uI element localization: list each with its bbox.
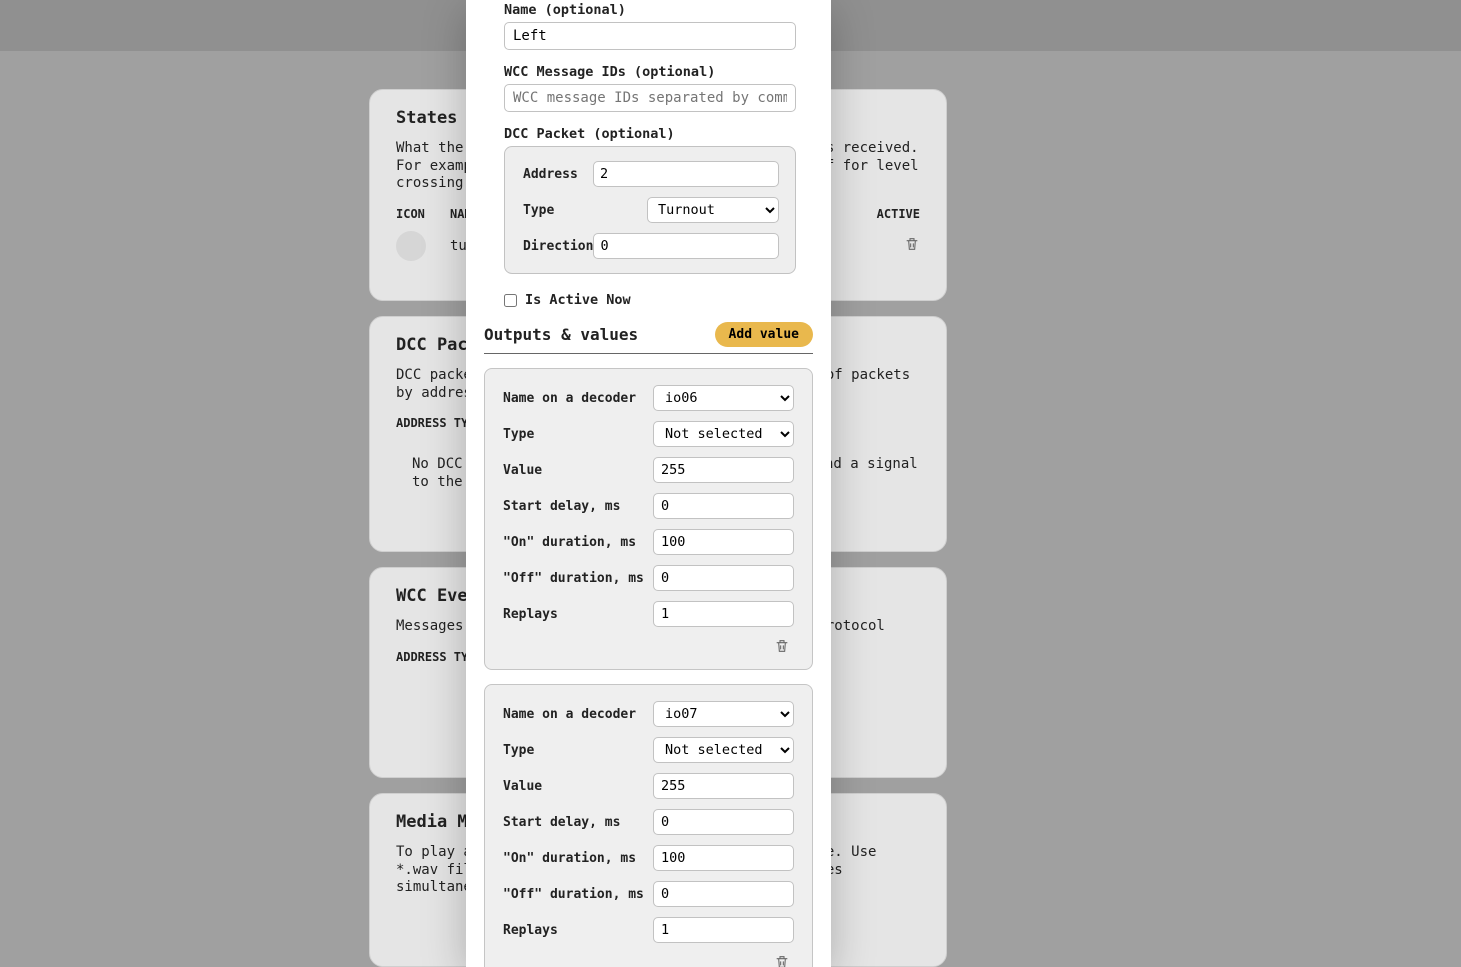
ov-off-input[interactable] xyxy=(653,881,794,907)
trash-icon xyxy=(904,235,920,253)
address-label: Address xyxy=(523,167,593,182)
ov-replays-label: Replays xyxy=(503,607,653,622)
output-block: Name on a decoderio06 TypeNot selected V… xyxy=(484,368,813,670)
trash-icon xyxy=(774,953,790,967)
state-icon-placeholder xyxy=(396,231,426,261)
ov-off-label: "Off" duration, ms xyxy=(503,887,653,902)
name-input[interactable] xyxy=(504,22,796,50)
ov-on-label: "On" duration, ms xyxy=(503,535,653,550)
ov-off-input[interactable] xyxy=(653,565,794,591)
ov-on-label: "On" duration, ms xyxy=(503,851,653,866)
type-select[interactable]: Turnout xyxy=(647,197,779,223)
direction-input[interactable] xyxy=(593,233,779,259)
outputs-values-title: Outputs & values xyxy=(484,325,638,344)
th-icon: ICON xyxy=(396,207,450,221)
delete-output-button[interactable] xyxy=(503,637,794,655)
delete-state-button[interactable] xyxy=(904,235,920,257)
ov-on-input[interactable] xyxy=(653,845,794,871)
wcc-ids-label: WCC Message IDs (optional) xyxy=(484,64,813,80)
add-value-button[interactable]: Add value xyxy=(715,322,813,347)
ov-replays-input[interactable] xyxy=(653,601,794,627)
ov-start-input[interactable] xyxy=(653,809,794,835)
ov-name-label: Name on a decoder xyxy=(503,391,653,406)
address-input[interactable] xyxy=(593,161,779,187)
type-label: Type xyxy=(523,203,647,218)
ov-value-input[interactable] xyxy=(653,457,794,483)
ov-name-label: Name on a decoder xyxy=(503,707,653,722)
ov-replays-label: Replays xyxy=(503,923,653,938)
ov-replays-input[interactable] xyxy=(653,917,794,943)
is-active-checkbox[interactable] xyxy=(504,294,517,307)
ov-type-select[interactable]: Not selected xyxy=(653,421,794,447)
delete-output-button[interactable] xyxy=(503,953,794,967)
ov-start-input[interactable] xyxy=(653,493,794,519)
ov-on-input[interactable] xyxy=(653,529,794,555)
output-block: Name on a decoderio07 TypeNot selected V… xyxy=(484,684,813,967)
ov-value-label: Value xyxy=(503,779,653,794)
trash-icon xyxy=(774,637,790,655)
state-edit-modal: Name (optional) WCC Message IDs (optiona… xyxy=(466,0,831,967)
ov-value-label: Value xyxy=(503,463,653,478)
dcc-packet-label: DCC Packet (optional) xyxy=(484,126,813,142)
ov-start-label: Start delay, ms xyxy=(503,815,653,830)
ov-off-label: "Off" duration, ms xyxy=(503,571,653,586)
dcc-packet-block: Address Type Turnout Direction xyxy=(504,146,796,274)
ov-name-select[interactable]: io07 xyxy=(653,701,794,727)
is-active-row[interactable]: Is Active Now xyxy=(504,292,813,308)
wcc-ids-input[interactable] xyxy=(504,84,796,112)
outputs-values-header: Outputs & values Add value xyxy=(484,322,813,354)
ov-name-select[interactable]: io06 xyxy=(653,385,794,411)
direction-label: Direction xyxy=(523,239,593,254)
ov-type-label: Type xyxy=(503,427,653,442)
ov-start-label: Start delay, ms xyxy=(503,499,653,514)
ov-value-input[interactable] xyxy=(653,773,794,799)
name-label: Name (optional) xyxy=(484,2,813,18)
ov-type-select[interactable]: Not selected xyxy=(653,737,794,763)
is-active-label: Is Active Now xyxy=(525,292,631,308)
ov-type-label: Type xyxy=(503,743,653,758)
